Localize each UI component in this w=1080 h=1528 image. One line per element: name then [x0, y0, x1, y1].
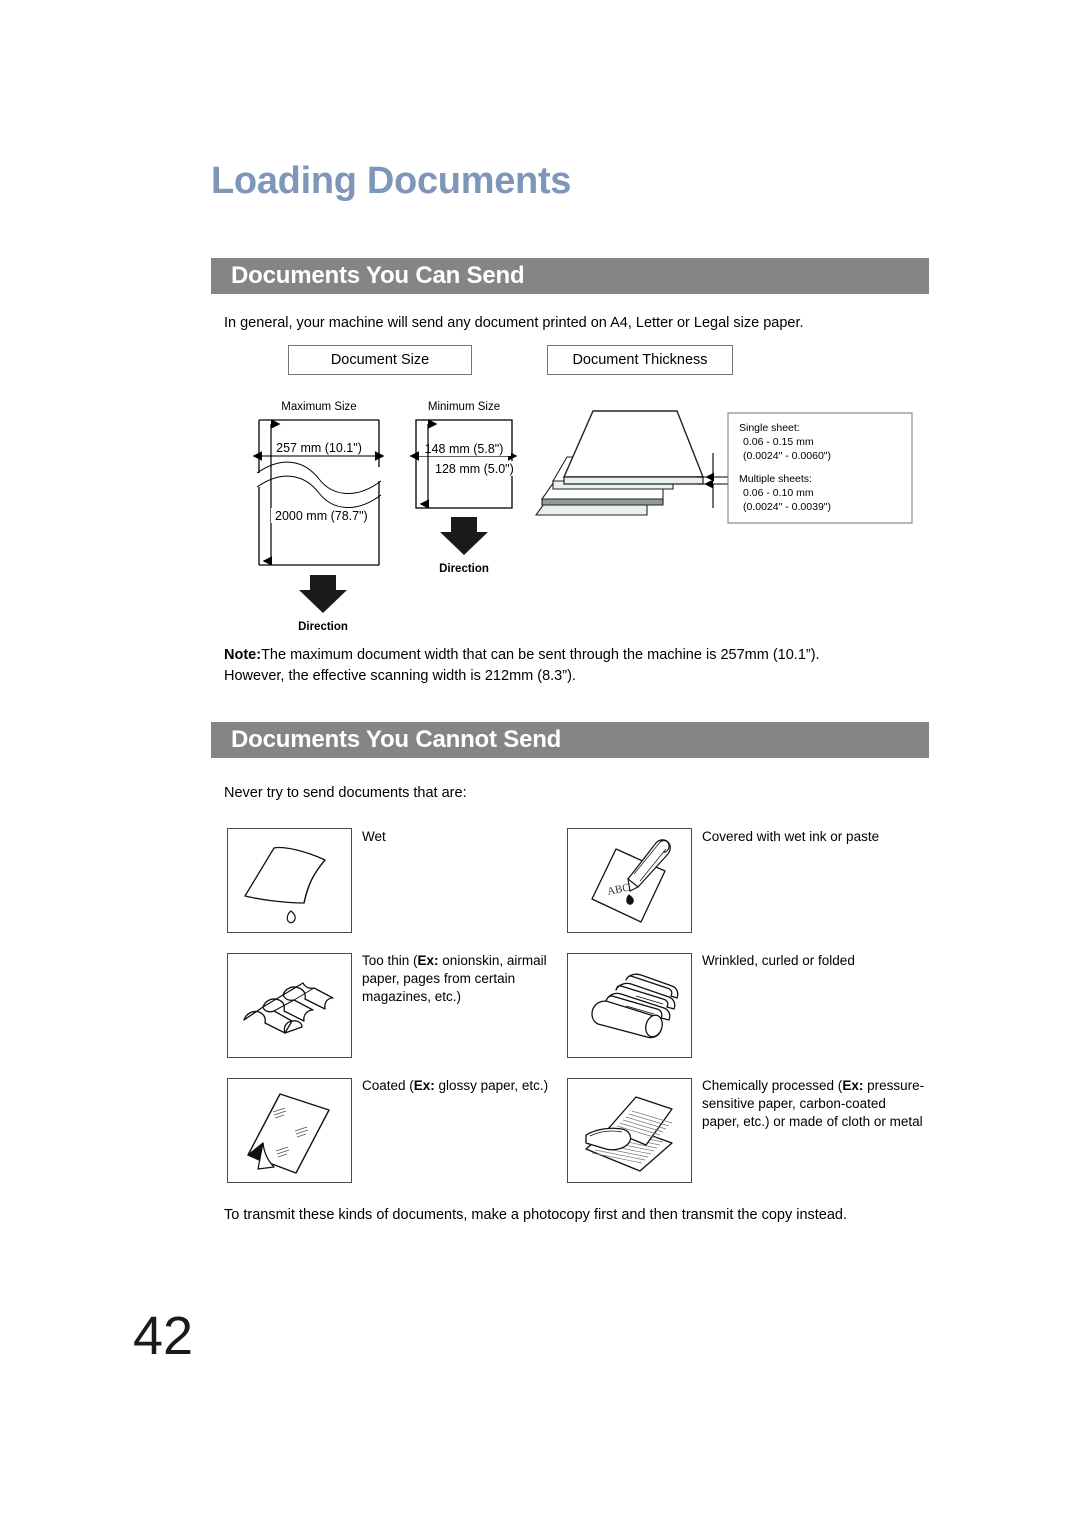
label-too-thin: Too thin (Ex: onionskin, airmail paper, …: [362, 952, 552, 1005]
multiple-sheets-label: Multiple sheets:: [739, 473, 812, 485]
section-heading-cannot-send: Documents You Cannot Send: [211, 722, 929, 758]
caption-document-thickness: Document Thickness: [547, 345, 733, 375]
carbon-paper-icon: [585, 1096, 673, 1172]
closing-paragraph: To transmit these kinds of documents, ma…: [224, 1207, 848, 1223]
caption-document-size: Document Size: [288, 345, 472, 375]
intro-paragraph: In general, your machine will send any d…: [224, 315, 804, 331]
label-text: Covered with wet ink or paste: [702, 829, 880, 844]
label-text: Wet: [362, 829, 386, 844]
never-send-intro: Never try to send documents that are:: [224, 785, 467, 801]
label-text-pre: Chemically processed (: [702, 1078, 843, 1093]
document-size-thickness-diagram: Maximum Size 257 mm (10.1") 2000 mm (78.…: [211, 395, 929, 640]
page-title: Loading Documents: [211, 160, 572, 202]
label-chemically-processed: Chemically processed (Ex: pressure-sensi…: [702, 1077, 927, 1130]
illustration-coated-paper: [227, 1078, 352, 1183]
wrinkled-curled-paper-icon: [591, 973, 679, 1039]
stacked-sheets-illustration: [534, 410, 705, 516]
section-heading-label: Documents You Can Send: [231, 262, 525, 289]
maximum-width-label: 257 mm (10.1"): [276, 441, 362, 455]
single-sheet-mm: 0.06 - 0.15 mm: [743, 436, 814, 448]
label-wrinkled: Wrinkled, curled or folded: [702, 952, 932, 970]
direction-label-left: Direction: [298, 621, 348, 633]
label-wet: Wet: [362, 828, 552, 846]
illustration-wrinkled-paper: [567, 953, 692, 1058]
section-heading-label: Documents You Cannot Send: [231, 726, 562, 753]
note-paragraph: Note:The maximum document width that can…: [224, 645, 944, 687]
page-number: 42: [133, 1306, 194, 1366]
label-text-pre: Coated (: [362, 1078, 414, 1093]
pen-ink-paper-icon: ABC: [591, 839, 671, 923]
caption-document-thickness-label: Document Thickness: [572, 352, 708, 368]
label-wet-ink: Covered with wet ink or paste: [702, 828, 932, 846]
illustration-wet-paper: [227, 828, 352, 933]
label-text-pre: Too thin (: [362, 953, 418, 968]
multiple-sheets-mm: 0.06 - 0.10 mm: [743, 487, 814, 499]
minimum-width-label: 148 mm (5.8"): [425, 442, 504, 456]
minimum-height-label: 128 mm (5.0"): [435, 462, 514, 476]
label-ex: Ex:: [413, 1078, 435, 1093]
glossy-coated-paper-icon: [247, 1093, 330, 1174]
maximum-length-label: 2000 mm (78.7"): [275, 509, 368, 523]
label-coated: Coated (Ex: glossy paper, etc.): [362, 1077, 562, 1095]
single-sheet-label: Single sheet:: [739, 422, 800, 434]
illustration-thin-paper: [227, 953, 352, 1058]
thin-wavy-paper-icon: [243, 982, 334, 1034]
caption-document-size-label: Document Size: [330, 352, 430, 368]
wet-paper-icon: [244, 846, 326, 924]
direction-arrow-left: [299, 575, 347, 613]
direction-arrow-right: [440, 517, 488, 555]
label-text: Wrinkled, curled or folded: [702, 953, 855, 968]
note-text-line1: The maximum document width that can be s…: [261, 647, 820, 663]
label-ex: Ex:: [842, 1078, 864, 1093]
section-heading-can-send: Documents You Can Send: [211, 258, 929, 294]
single-sheet-in: (0.0024" - 0.0060"): [743, 450, 831, 462]
multiple-sheets-in: (0.0024" - 0.0039"): [743, 501, 831, 513]
minimum-size-heading: Minimum Size: [428, 401, 500, 413]
direction-label-right: Direction: [439, 563, 489, 575]
label-text-post: glossy paper, etc.): [434, 1078, 549, 1093]
note-text-line2: However, the effective scanning width is…: [224, 668, 576, 685]
illustration-carbon-paper: [567, 1078, 692, 1183]
label-ex: Ex:: [417, 953, 439, 968]
illustration-wet-ink-paper: ABC: [567, 828, 692, 933]
document-page: Loading Documents Documents You Can Send…: [0, 0, 1080, 1528]
maximum-size-heading: Maximum Size: [281, 401, 356, 413]
note-label: Note:: [224, 647, 262, 663]
